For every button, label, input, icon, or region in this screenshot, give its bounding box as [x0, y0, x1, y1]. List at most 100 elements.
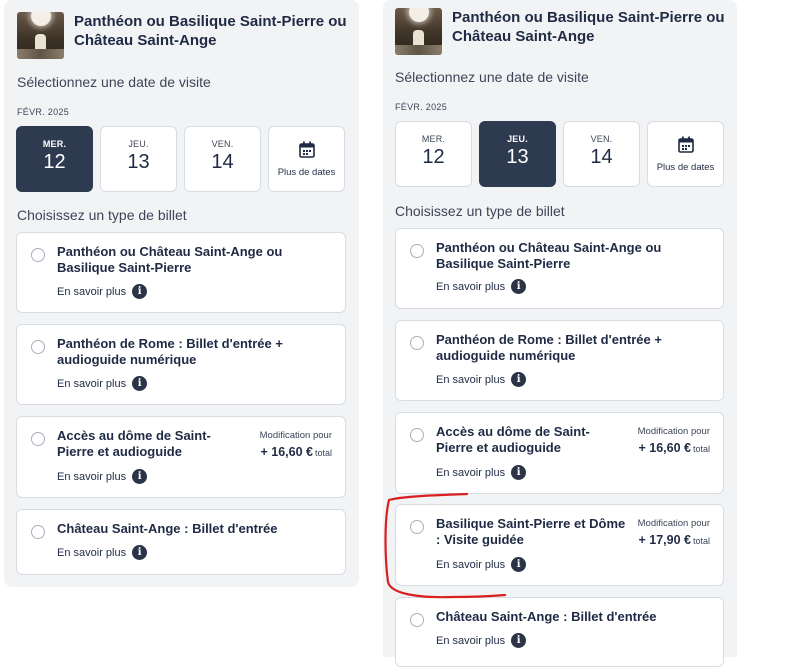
month-label: FÉVR. 2025: [395, 102, 448, 112]
price-box: Modification pour + 17,90 € total: [638, 518, 710, 547]
learn-more-link[interactable]: En savoir plus i: [436, 557, 527, 572]
date-day: 13: [127, 151, 150, 173]
date-card-thu-13[interactable]: JEU. 13: [479, 121, 556, 187]
select-date-label: Sélectionnez une date de visite: [395, 69, 589, 85]
calendar-icon: [677, 136, 694, 153]
date-day: 14: [590, 146, 613, 168]
date-day: 12: [43, 151, 66, 173]
ticket-title: Accès au dôme de Saint-Pierre et audiogu…: [436, 424, 590, 455]
date-card-wed-12[interactable]: MER. 12: [395, 121, 472, 187]
date-weekday: MER.: [42, 139, 67, 149]
ticket-option-dome-audioguide[interactable]: Accès au dôme de Saint-Pierre et audiogu…: [16, 416, 346, 498]
price-note: Modification pour: [259, 430, 332, 441]
learn-more-link[interactable]: En savoir plus i: [436, 279, 527, 294]
price-total-label: total: [692, 444, 710, 454]
info-icon: i: [511, 279, 527, 294]
more-dates-button[interactable]: Plus de dates: [268, 126, 345, 192]
learn-more-link[interactable]: En savoir plus i: [436, 465, 527, 480]
month-label: FÉVR. 2025: [17, 107, 70, 117]
ticket-title: Panthéon ou Château Saint-Ange ou Basili…: [436, 240, 662, 271]
learn-more-text: En savoir plus: [57, 546, 127, 559]
booking-panel-right: Panthéon ou Basilique Saint-Pierre ou Ch…: [383, 0, 737, 667]
price-box: Modification pour + 16,60 € total: [260, 430, 332, 459]
ticket-title: Château Saint-Ange : Billet d'entrée: [436, 609, 657, 624]
ticket-title: Panthéon ou Château Saint-Ange ou Basili…: [57, 244, 283, 275]
date-selector: MER. 12 JEU. 13 VEN. 14 Plus de dates: [16, 126, 345, 192]
calendar-icon: [298, 141, 315, 158]
learn-more-link[interactable]: En savoir plus i: [57, 376, 148, 391]
date-card-wed-12[interactable]: MER. 12: [16, 126, 93, 192]
price-amount: + 16,60 €: [260, 445, 313, 459]
date-weekday: MER.: [421, 134, 446, 144]
ticket-option-pantheon-rome[interactable]: Panthéon de Rome : Billet d'entrée + aud…: [16, 324, 346, 405]
more-dates-label: Plus de dates: [277, 167, 336, 178]
price-value: + 17,90 € total: [638, 533, 711, 547]
price-total-label: total: [314, 448, 332, 458]
learn-more-text: En savoir plus: [436, 373, 506, 386]
radio-button[interactable]: [31, 432, 45, 446]
info-icon: i: [511, 633, 527, 648]
product-header: Panthéon ou Basilique Saint-Pierre ou Ch…: [17, 12, 364, 59]
learn-more-text: En savoir plus: [436, 558, 506, 571]
ticket-option-dome-audioguide[interactable]: Accès au dôme de Saint-Pierre et audiogu…: [395, 412, 724, 494]
learn-more-link[interactable]: En savoir plus i: [57, 284, 148, 299]
learn-more-text: En savoir plus: [57, 377, 127, 390]
product-header: Panthéon ou Basilique Saint-Pierre ou Ch…: [395, 8, 742, 55]
ticket-title: Accès au dôme de Saint-Pierre et audiogu…: [57, 428, 211, 459]
product-thumbnail: [395, 8, 442, 55]
date-day: 12: [422, 146, 445, 168]
learn-more-text: En savoir plus: [57, 470, 127, 483]
ticket-title: Panthéon de Rome : Billet d'entrée + aud…: [436, 332, 662, 363]
ticket-type-label: Choisissez un type de billet: [395, 203, 565, 219]
radio-button[interactable]: [31, 340, 45, 354]
date-card-fri-14[interactable]: VEN. 14: [563, 121, 640, 187]
product-title: Panthéon ou Basilique Saint-Pierre ou Ch…: [452, 9, 725, 45]
price-amount: + 16,60 €: [638, 441, 691, 455]
learn-more-link[interactable]: En savoir plus i: [57, 469, 148, 484]
learn-more-text: En savoir plus: [436, 466, 506, 479]
radio-button[interactable]: [410, 613, 424, 627]
select-date-label: Sélectionnez une date de visite: [17, 74, 211, 90]
learn-more-link[interactable]: En savoir plus i: [436, 372, 527, 387]
ticket-option-chateau[interactable]: Château Saint-Ange : Billet d'entrée En …: [16, 509, 346, 575]
ticket-option-pantheon-chateau-basilique[interactable]: Panthéon ou Château Saint-Ange ou Basili…: [16, 232, 346, 313]
date-day: 14: [211, 151, 234, 173]
radio-button[interactable]: [410, 336, 424, 350]
ticket-title: Château Saint-Ange : Billet d'entrée: [57, 521, 278, 536]
radio-button[interactable]: [31, 525, 45, 539]
info-icon: i: [132, 545, 148, 560]
info-icon: i: [132, 376, 148, 391]
ticket-type-label: Choisissez un type de billet: [17, 207, 187, 223]
price-note: Modification pour: [637, 518, 710, 529]
price-box: Modification pour + 16,60 € total: [638, 426, 710, 455]
radio-button[interactable]: [410, 244, 424, 258]
radio-button[interactable]: [410, 520, 424, 534]
ticket-title: Panthéon de Rome : Billet d'entrée + aud…: [57, 336, 283, 367]
date-day: 13: [506, 146, 529, 168]
learn-more-text: En savoir plus: [436, 634, 506, 647]
price-value: + 16,60 € total: [638, 441, 711, 455]
learn-more-text: En savoir plus: [436, 280, 506, 293]
more-dates-label: Plus de dates: [656, 162, 715, 173]
date-card-thu-13[interactable]: JEU. 13: [100, 126, 177, 192]
date-weekday: VEN.: [211, 139, 234, 149]
radio-button[interactable]: [410, 428, 424, 442]
learn-more-link[interactable]: En savoir plus i: [436, 633, 527, 648]
date-weekday: VEN.: [590, 134, 613, 144]
ticket-option-basilique-visite-guidee[interactable]: Basilique Saint-Pierre et Dôme : Visite …: [395, 504, 724, 586]
date-weekday: JEU.: [128, 139, 149, 149]
price-total-label: total: [692, 536, 710, 546]
ticket-option-pantheon-chateau-basilique[interactable]: Panthéon ou Château Saint-Ange ou Basili…: [395, 228, 724, 309]
ticket-title: Basilique Saint-Pierre et Dôme : Visite …: [436, 516, 626, 547]
learn-more-link[interactable]: En savoir plus i: [57, 545, 148, 560]
date-weekday: JEU.: [507, 134, 528, 144]
more-dates-button[interactable]: Plus de dates: [647, 121, 724, 187]
product-thumbnail: [17, 12, 64, 59]
product-title: Panthéon ou Basilique Saint-Pierre ou Ch…: [74, 13, 347, 49]
booking-panel-left: Panthéon ou Basilique Saint-Pierre ou Ch…: [4, 0, 359, 587]
learn-more-text: En savoir plus: [57, 285, 127, 298]
info-icon: i: [132, 469, 148, 484]
ticket-option-pantheon-rome[interactable]: Panthéon de Rome : Billet d'entrée + aud…: [395, 320, 724, 401]
date-card-fri-14[interactable]: VEN. 14: [184, 126, 261, 192]
radio-button[interactable]: [31, 248, 45, 262]
